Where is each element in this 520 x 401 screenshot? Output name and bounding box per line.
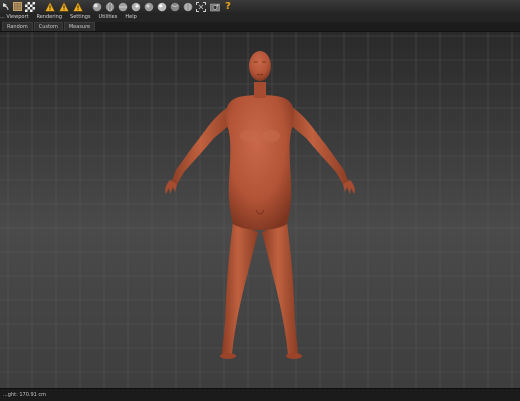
help-icon[interactable]: ? [223,1,233,12]
menu-settings[interactable]: Settings [66,13,95,22]
menu-rendering[interactable]: Rendering [32,13,66,22]
tab-bar: Random Custom Measure [0,22,520,32]
viewport-3d[interactable] [0,32,520,388]
sphere-icon[interactable] [169,1,180,12]
sphere-icon[interactable] [130,1,141,12]
frame-icon[interactable] [195,1,207,12]
sphere-icon[interactable] [182,1,193,12]
menu-utilities[interactable]: Utilities [95,13,122,22]
tab-custom[interactable]: Custom [33,22,63,31]
viewport-canvas[interactable] [0,32,520,388]
menu-viewport[interactable]: ... Viewport [0,13,32,22]
height-readout: ...ght: 170.91 cm [3,392,47,398]
grid-icon[interactable] [12,1,22,12]
checker-icon[interactable] [24,1,36,12]
sphere-icon[interactable] [104,1,115,12]
sphere-icon[interactable] [117,1,128,12]
tab-random[interactable]: Random [2,22,33,31]
warning-icon[interactable] [58,1,70,12]
undo-icon[interactable] [0,1,10,12]
warning-icon[interactable] [44,1,56,12]
menu-help[interactable]: Help [121,13,140,22]
camera-icon[interactable] [209,1,221,12]
menubar: ... Viewport Rendering Settings Utilitie… [0,13,520,22]
sphere-icon[interactable] [156,1,167,12]
sphere-icon[interactable] [91,1,102,12]
warning-icon[interactable] [72,1,84,12]
status-bar: ...ght: 170.91 cm [0,388,520,401]
sphere-icon[interactable] [143,1,154,12]
human-model[interactable] [165,51,355,359]
toolbar: ? [0,0,520,13]
tab-measure[interactable]: Measure [63,22,96,31]
